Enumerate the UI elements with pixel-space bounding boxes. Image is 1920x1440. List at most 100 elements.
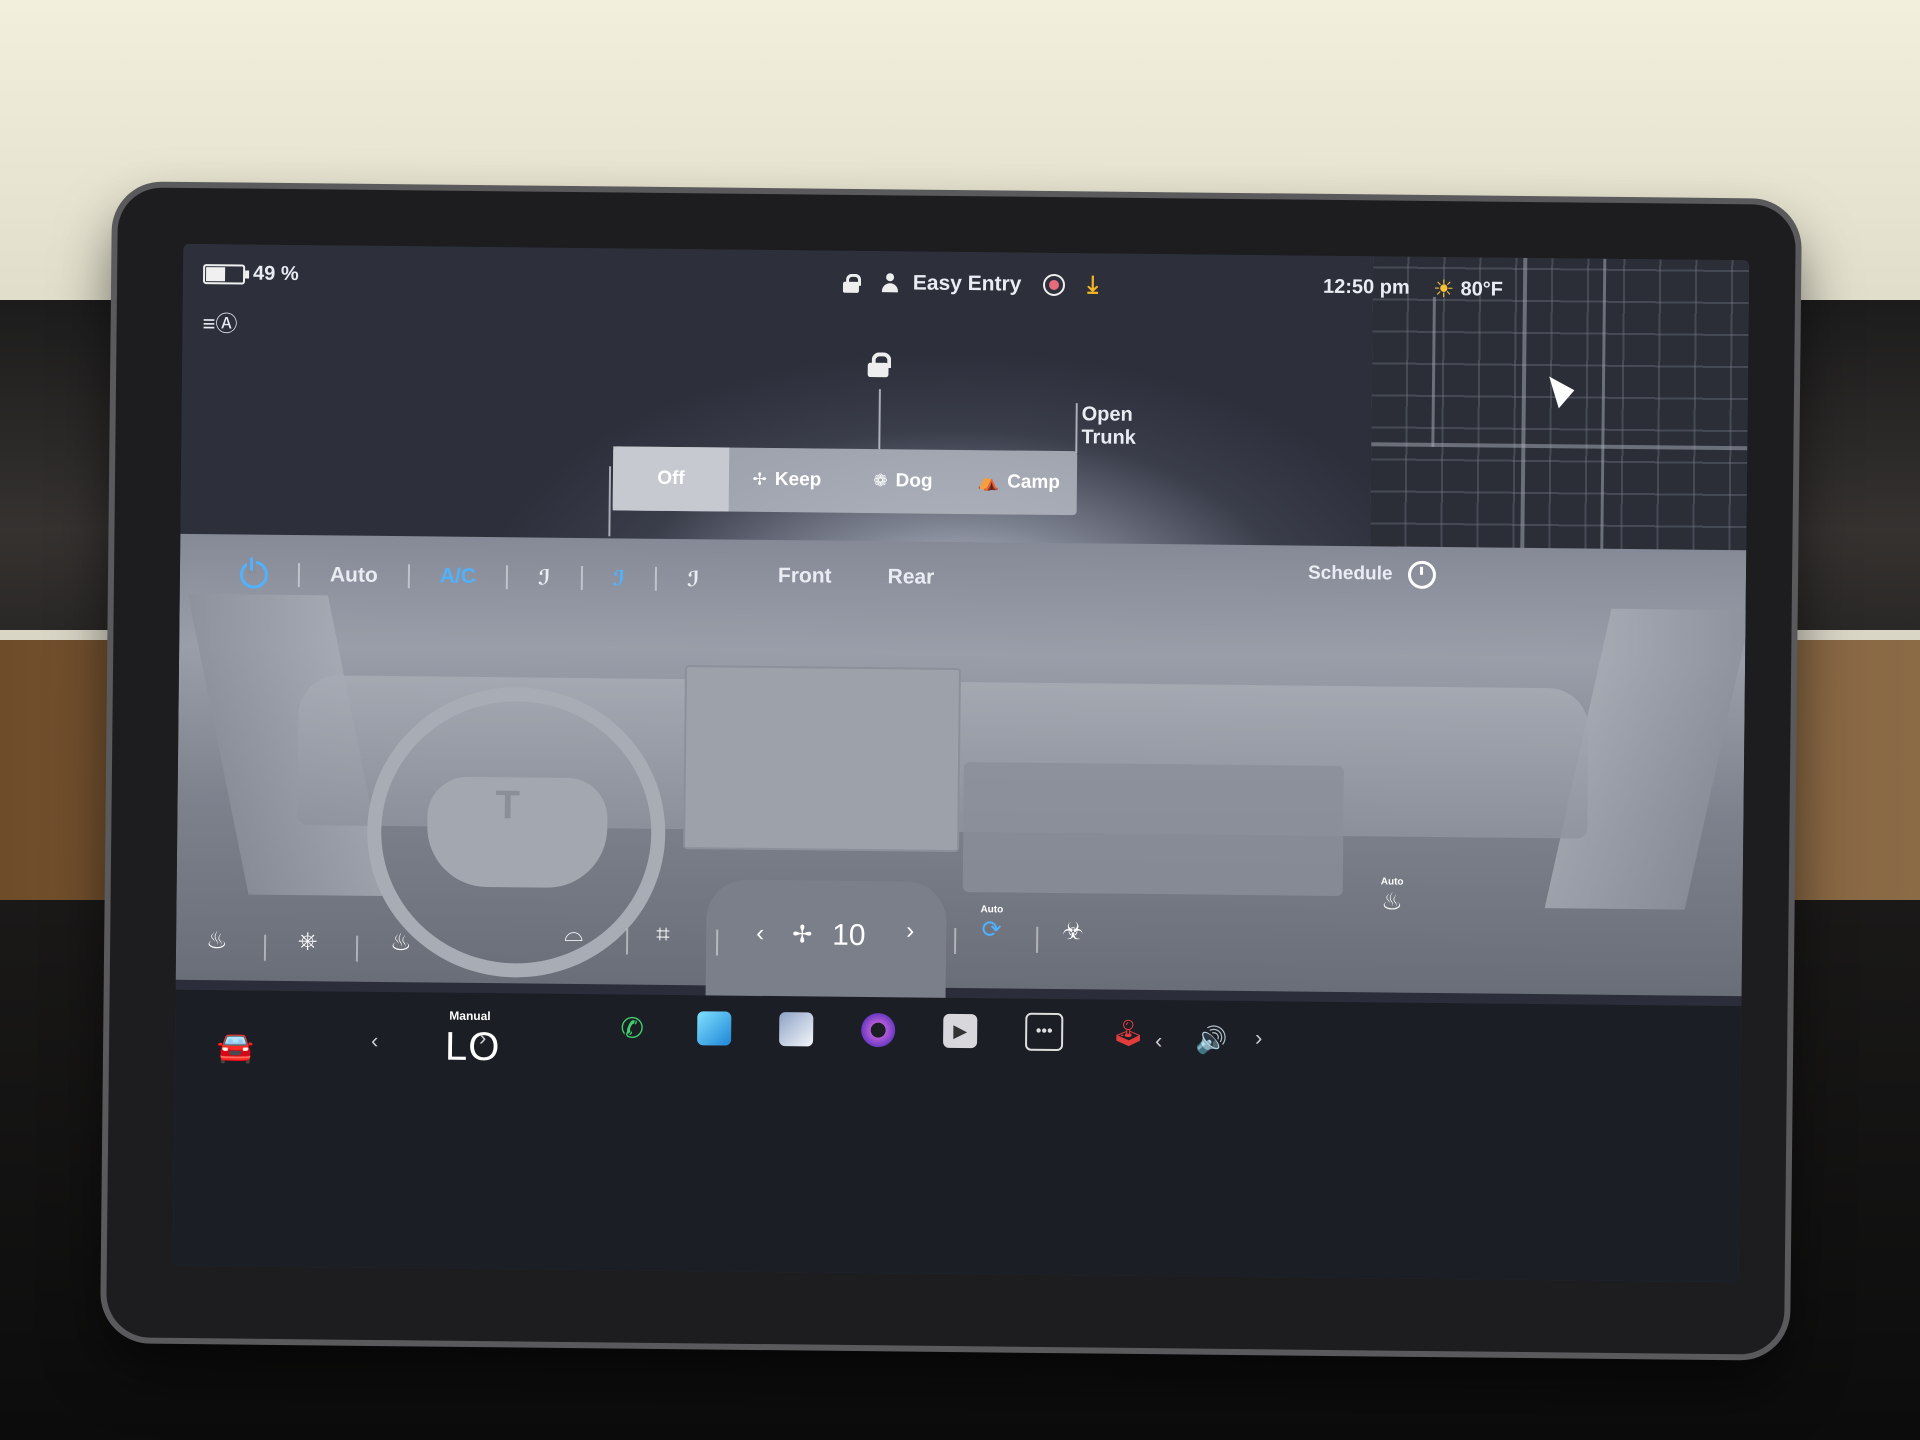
climate-power-button[interactable] xyxy=(210,560,298,589)
front-defrost-button[interactable]: ⌓ xyxy=(564,920,583,948)
speaker-icon: 🔊 xyxy=(1194,1024,1228,1055)
mode-dog[interactable]: ❁ Dog xyxy=(845,449,962,514)
clock: 12:50 pm xyxy=(1322,275,1410,299)
airflow-face-icon: ℐ xyxy=(537,566,551,590)
unlock-icon[interactable] xyxy=(842,273,862,293)
ac-button[interactable]: A/C xyxy=(410,564,506,589)
seat-heater-driver-button[interactable]: ♨ xyxy=(206,926,228,955)
auto-button[interactable]: Auto xyxy=(300,563,408,588)
phone-icon: ✆ xyxy=(620,1011,645,1044)
joystick-icon: 🕹 xyxy=(1111,1017,1145,1048)
battery-fill xyxy=(206,266,225,281)
open-trunk-label: Open Trunk xyxy=(1081,403,1136,449)
chevron-left-icon: ‹ xyxy=(370,1027,379,1053)
seat-auto-label: Auto xyxy=(1380,876,1404,888)
app-launcher: ✆ ▶ ••• 🕹 xyxy=(615,1008,1145,1052)
chevron-right-icon: › xyxy=(478,1024,487,1051)
tab-rear[interactable]: Rear xyxy=(887,565,934,589)
volume-increase[interactable]: › xyxy=(1255,1025,1263,1051)
navigation-arrow-icon xyxy=(1537,371,1575,409)
map-road xyxy=(1599,258,1607,589)
airflow-feet-button[interactable]: ℐ xyxy=(582,566,655,592)
auto-headlight-icon: ≡Ⓐ xyxy=(202,311,238,337)
wiper-defrost-icon: ♨ xyxy=(389,929,412,957)
fan-speed-increase[interactable]: › xyxy=(906,917,914,945)
software-update-icon[interactable]: ⤓ xyxy=(1087,271,1098,299)
steering-wheel-heater-button[interactable]: ⎈ xyxy=(298,927,317,955)
wiper-defrost-button[interactable]: ♨ xyxy=(390,928,412,957)
more-icon: ••• xyxy=(1035,1022,1053,1040)
fan-icon: ✢ xyxy=(752,469,767,489)
schedule-button[interactable]: Schedule xyxy=(1308,560,1437,589)
car-controls-button[interactable]: 🚘 xyxy=(217,1030,255,1065)
battery-icon xyxy=(202,263,250,284)
mode-camp[interactable]: ⛺ Camp xyxy=(961,450,1078,515)
car-icon: 🚘 xyxy=(216,1031,255,1065)
paw-icon: ❁ xyxy=(873,471,888,491)
touchscreen: 49 % ≡Ⓐ Easy Entry ⤓ 12:50 pm ☀ 80°F Ope… xyxy=(172,243,1750,1283)
leader-line xyxy=(1075,403,1078,454)
more-apps-button[interactable]: ••• xyxy=(1024,1012,1064,1052)
power-icon xyxy=(239,560,269,589)
chevron-left-icon: ‹ xyxy=(1154,1028,1163,1054)
tent-icon: ⛺ xyxy=(977,472,1000,492)
profile-name: Easy Entry xyxy=(912,271,1022,296)
toybox-app-button[interactable]: 🕹 xyxy=(1111,1016,1145,1050)
airflow-feet-icon: ℐ xyxy=(612,566,626,590)
airflow-face-button[interactable]: ℐ xyxy=(508,565,581,591)
chevron-right-icon: › xyxy=(1255,1025,1263,1051)
chevron-right-icon: › xyxy=(906,917,915,945)
biohazard-icon: ☣ xyxy=(1062,918,1084,946)
steering-wheel-heat-icon: ⎈ xyxy=(297,927,318,955)
leader-line xyxy=(878,389,881,450)
temp-value: LO xyxy=(444,1024,501,1070)
rear-defrost-button[interactable]: ⌗ xyxy=(656,921,670,949)
seat-heater-icon: ♨ xyxy=(205,927,228,955)
airflow-windshield-icon: ℐ xyxy=(686,567,700,591)
volume-button[interactable]: 🔊 xyxy=(1195,1024,1228,1055)
mini-map[interactable] xyxy=(1369,256,1750,591)
navigation-app-button[interactable] xyxy=(779,1012,814,1047)
leader-line xyxy=(608,466,612,537)
driver-profile[interactable]: Easy Entry xyxy=(881,271,1022,296)
outside-temperature: ☀ 80°F xyxy=(1433,275,1503,305)
mode-off[interactable]: Off xyxy=(612,446,730,512)
seat-climate-auto-button[interactable]: Auto ♨ xyxy=(1380,876,1404,916)
recirculate-icon: ⟳ xyxy=(981,916,1002,944)
mode-keep[interactable]: ✢ Keep xyxy=(729,448,846,513)
front-defrost-icon: ⌓ xyxy=(564,919,584,948)
climate-top-controls: Auto A/C ℐ ℐ ℐ xyxy=(210,552,730,601)
battery-status[interactable]: 49 % xyxy=(202,262,299,286)
phone-app-button[interactable]: ✆ xyxy=(615,1010,649,1044)
fan-speed-decrease[interactable]: ‹ xyxy=(756,920,764,948)
temp-mode-label: Manual xyxy=(449,1008,491,1024)
temp-increase[interactable]: › xyxy=(479,1025,487,1051)
status-bar-center: Easy Entry ⤓ xyxy=(842,269,1098,300)
car-unlock-button[interactable] xyxy=(867,352,892,378)
temp-decrease[interactable]: ‹ xyxy=(371,1028,379,1054)
seat-heat-icon: ♨ xyxy=(1381,888,1403,916)
rear-defrost-icon: ⌗ xyxy=(656,920,670,948)
app-button-blue[interactable] xyxy=(697,1011,732,1046)
tab-front[interactable]: Front xyxy=(778,564,832,589)
theater-app-button[interactable]: ▶ xyxy=(943,1013,978,1049)
bioweapon-defense-button[interactable]: ☣ xyxy=(1062,917,1084,946)
chevron-left-icon: ‹ xyxy=(756,919,765,947)
tesla-logo-icon: T xyxy=(495,783,521,828)
fan-speed-value: 10 xyxy=(832,918,866,953)
map-road xyxy=(1371,442,1748,451)
recirculate-button[interactable]: Auto ⟳ xyxy=(980,904,1003,944)
volume-decrease[interactable]: ‹ xyxy=(1155,1028,1163,1054)
camera-app-button[interactable] xyxy=(861,1012,896,1048)
person-icon xyxy=(881,274,899,294)
clock-icon xyxy=(1408,560,1437,589)
fan-icon: ✢ xyxy=(792,921,813,949)
schedule-label: Schedule xyxy=(1307,562,1393,585)
dashcam-record-icon[interactable] xyxy=(1043,273,1066,297)
open-trunk-button[interactable]: Open Trunk xyxy=(1081,403,1136,450)
climate-panel: T Auto A/C ℐ ℐ ℐ Front Rear Schedule ♨ ⎈… xyxy=(175,533,1750,1002)
map-road xyxy=(1431,296,1436,447)
taskbar: 🚘 ‹ Manual LO › ✆ ▶ ••• 🕹 ‹ 🔊 › xyxy=(172,989,1742,1283)
unlock-icon xyxy=(867,352,892,378)
airflow-windshield-button[interactable]: ℐ xyxy=(657,566,730,592)
